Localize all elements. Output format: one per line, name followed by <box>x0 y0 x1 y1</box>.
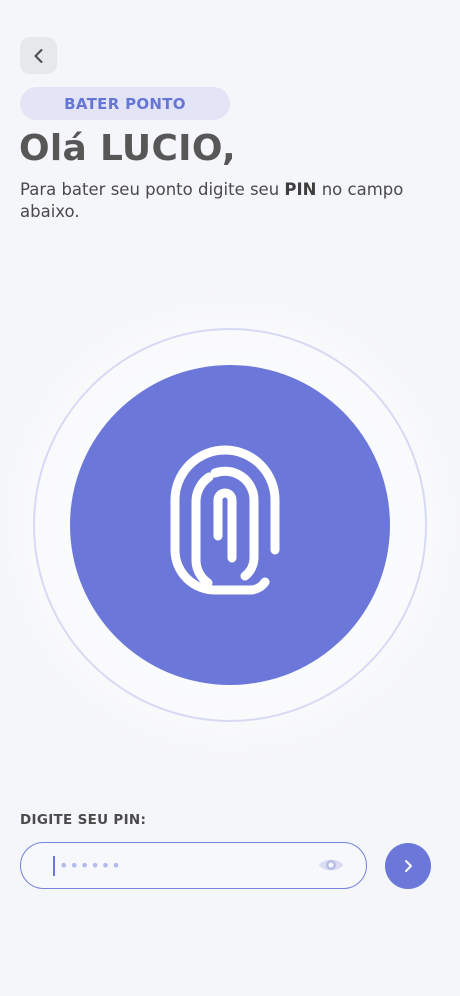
instructions-text-pin: PIN <box>284 180 317 199</box>
page-title: Olá LUCIO, <box>19 128 236 169</box>
pin-field <box>20 842 367 889</box>
section-tag: BATER PONTO <box>20 87 230 120</box>
submit-pin-button[interactable] <box>385 843 431 889</box>
fingerprint-button[interactable] <box>70 365 390 685</box>
chevron-right-icon <box>405 860 412 872</box>
text-cursor <box>53 856 55 876</box>
pin-input[interactable] <box>59 843 309 887</box>
eye-icon[interactable] <box>318 856 344 874</box>
pin-clock-in-screen: BATER PONTO Olá LUCIO, Para bater seu po… <box>0 0 460 996</box>
fingerprint-icon <box>170 445 280 595</box>
instructions-text: Para bater seu ponto digite seu PIN no c… <box>20 179 440 223</box>
pin-label: DIGITE SEU PIN: <box>20 812 147 828</box>
back-button[interactable] <box>20 37 57 74</box>
chevron-left-icon <box>34 48 42 63</box>
instructions-text-start: Para bater seu ponto digite seu <box>20 180 285 199</box>
